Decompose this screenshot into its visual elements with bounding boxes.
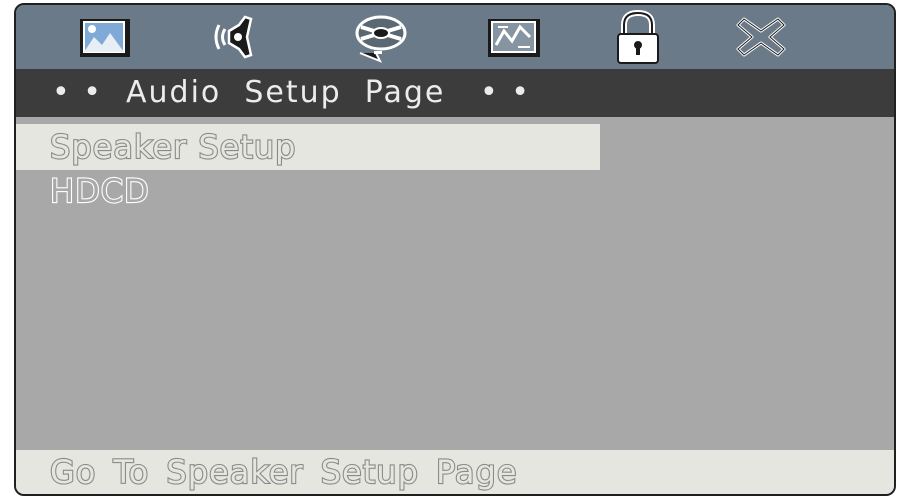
setup-menu-frame: • • Audio Setup Page • • Speaker Setup H… xyxy=(14,3,896,496)
lock-icon[interactable] xyxy=(604,7,674,67)
picture-icon[interactable] xyxy=(70,7,140,67)
status-bar: Go To Speaker Setup Page xyxy=(16,450,894,494)
page-title-bar: • • Audio Setup Page • • xyxy=(16,69,894,117)
menu-item-hdcd[interactable]: HDCD xyxy=(16,168,600,214)
status-text: Go To Speaker Setup Page xyxy=(49,452,518,492)
speaker-audio-icon[interactable] xyxy=(201,7,271,67)
menu-item-speaker-setup[interactable]: Speaker Setup xyxy=(16,124,600,170)
preferences-icon[interactable] xyxy=(478,7,548,67)
exit-icon[interactable] xyxy=(726,7,796,67)
icon-bar xyxy=(16,5,894,69)
page-title: • • Audio Setup Page • • xyxy=(52,75,531,110)
video-reel-icon[interactable] xyxy=(346,7,416,67)
